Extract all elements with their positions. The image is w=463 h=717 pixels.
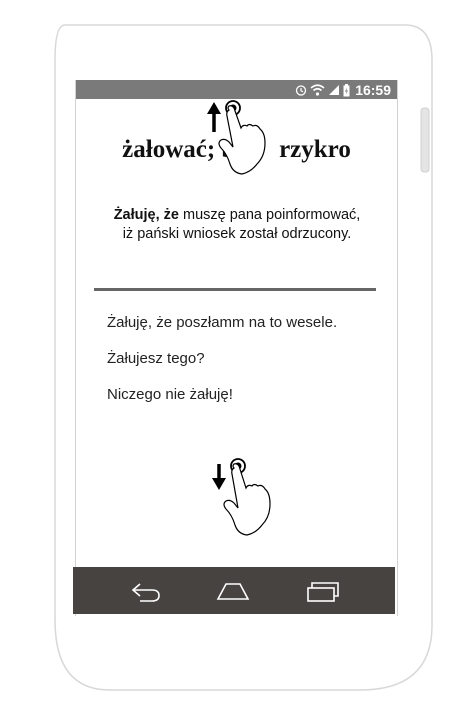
example-sentence: Żałuję, że muszę pana poinformować, iż p…	[112, 206, 362, 244]
recents-icon[interactable]	[305, 579, 341, 603]
status-bar: 16:59	[76, 80, 397, 99]
divider	[94, 288, 376, 291]
alarm-icon	[295, 84, 307, 96]
example-item[interactable]: Niczego nie żałuję!	[107, 386, 377, 410]
swipe-up-gesture-icon	[207, 100, 266, 175]
example-item[interactable]: Żałujesz tego?	[107, 350, 377, 374]
example-highlight: Żałuję, że	[113, 207, 179, 223]
swipe-down-gesture-icon	[212, 458, 271, 536]
example-item[interactable]: Żałuję, że poszłamm na to wesele.	[107, 314, 377, 338]
examples-list: Żałuję, że poszłamm na to wesele. Żałuje…	[107, 314, 377, 422]
battery-charging-icon	[343, 83, 350, 97]
signal-icon	[328, 84, 340, 96]
status-time: 16:59	[355, 82, 391, 98]
back-icon[interactable]	[128, 579, 164, 603]
wifi-icon	[310, 84, 325, 96]
navigation-bar	[73, 567, 395, 614]
home-icon[interactable]	[215, 579, 251, 603]
